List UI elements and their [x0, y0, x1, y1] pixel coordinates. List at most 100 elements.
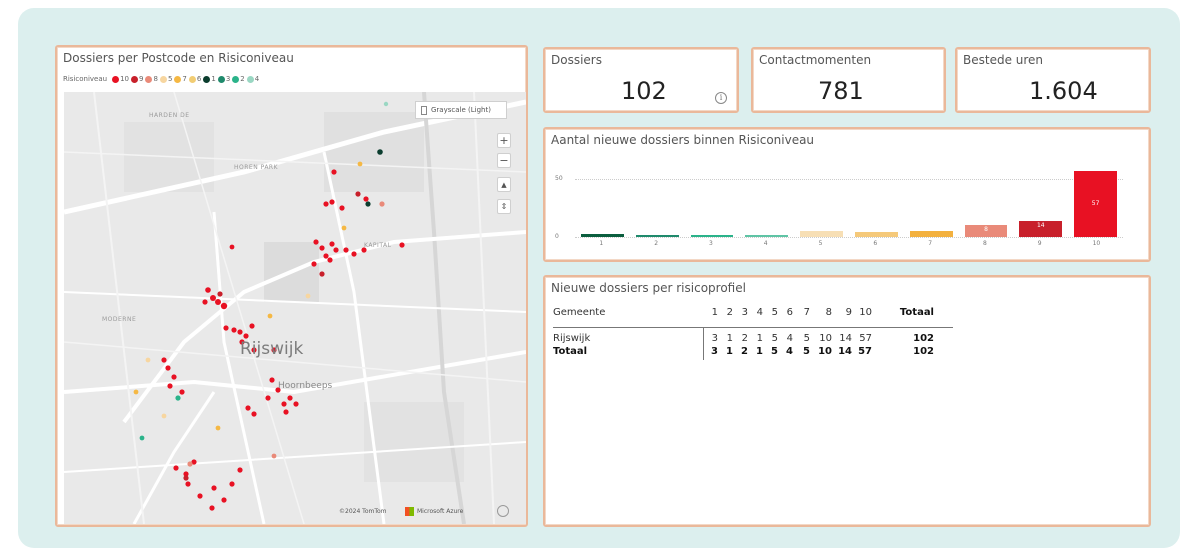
table-cell: 1: [756, 346, 763, 357]
legend-item-label: 3: [225, 75, 231, 83]
column-header: 7: [803, 307, 810, 318]
table-title: Nieuwe dossiers per risicoprofiel: [551, 281, 746, 295]
legend-dot-icon: [188, 75, 196, 83]
legend-item-7[interactable]: 7: [174, 75, 187, 83]
bar-chart-title: Aantal nieuwe dossiers binnen Risiconive…: [551, 133, 815, 147]
x-tick-label: 5: [818, 240, 823, 247]
kpi-label-contactmomenten: Contactmomenten: [759, 53, 872, 67]
legend-item-9[interactable]: 9: [131, 75, 143, 83]
map-view[interactable]: HARDEN DE HOREN PARK MODERNE KAPITAL Rij…: [64, 92, 526, 524]
table-cell: 1: [756, 333, 763, 344]
map-title: Dossiers per Postcode en Risiconiveau: [63, 51, 294, 65]
tilt-button[interactable]: ⇕: [497, 199, 511, 214]
table-cell: 102: [913, 333, 934, 344]
bar-chart-card: Aantal nieuwe dossiers binnen Risiconive…: [543, 127, 1151, 262]
table-cell: 57: [859, 333, 872, 344]
column-header: 6: [786, 307, 793, 318]
map-city-label: Rijswijk: [240, 339, 304, 359]
legend-item-label: 6: [196, 75, 202, 83]
bar-risk-4[interactable]: [745, 234, 789, 237]
legend-item-label: 4: [254, 75, 260, 83]
kpi-card-dossiers: Dossiers 102 i: [543, 47, 739, 113]
x-tick-label: 7: [928, 240, 933, 247]
map-settings-icon[interactable]: [497, 505, 509, 517]
legend-item-label: 2: [240, 75, 245, 83]
legend-item-label: 10: [120, 75, 130, 83]
bar-data-label: 57: [1091, 199, 1100, 207]
x-tick-label: 9: [1037, 240, 1042, 247]
map-legend: Risiconiveau 10 9 8 5 7 6 1 3 2 4: [63, 72, 261, 86]
column-header-gemeente: Gemeente: [553, 307, 606, 318]
map-style-label: Grayscale (Light): [431, 106, 491, 114]
legend-dot-icon: [203, 75, 211, 83]
legend-dot-icon: [246, 75, 254, 83]
legend-item-5[interactable]: 5: [159, 75, 173, 83]
table-cell: 5: [771, 333, 778, 344]
x-tick-label: 3: [709, 240, 713, 247]
table-cell: 57: [858, 346, 872, 357]
bar-risk-7[interactable]: [909, 231, 953, 237]
map-style-button[interactable]: Grayscale (Light): [415, 101, 507, 119]
kpi-card-bestede-uren: Bestede uren 1.604: [955, 47, 1151, 113]
header-divider: [553, 327, 953, 328]
legend-item-4[interactable]: 4: [246, 75, 260, 83]
map-card: Dossiers per Postcode en Risiconiveau Ri…: [55, 45, 528, 527]
bar-risk-2[interactable]: [635, 234, 679, 237]
zoom-in-button[interactable]: +: [497, 133, 511, 148]
legend-dot-icon: [232, 75, 240, 83]
bar-risk-5[interactable]: [800, 231, 843, 237]
x-tick-label: 1: [599, 240, 604, 247]
info-icon[interactable]: i: [715, 92, 727, 104]
table-cell: 2: [741, 346, 748, 357]
y-tick-label: 0: [555, 233, 559, 240]
table-cell: 1: [726, 346, 733, 357]
map-attribution-tomtom: ©2024 TomTom: [339, 508, 387, 515]
legend-item-1[interactable]: 1: [203, 75, 216, 83]
x-tick-label: 8: [983, 240, 987, 247]
bar-risk-6[interactable]: [855, 232, 898, 237]
table-cell: 5: [771, 346, 778, 357]
column-header: 3: [741, 307, 748, 318]
legend-item-3[interactable]: 3: [217, 75, 231, 83]
map-streets: [64, 92, 526, 524]
gridline: [575, 178, 1123, 180]
kpi-value-dossiers: 102: [621, 77, 667, 105]
table-cell: 5: [803, 346, 810, 357]
legend-dot-icon: [174, 75, 182, 83]
compass-up-button[interactable]: ▲: [497, 177, 511, 192]
microsoft-logo-icon: [405, 507, 414, 516]
y-tick-label: 50: [555, 174, 563, 182]
column-header: 2: [726, 307, 733, 318]
legend-item-6[interactable]: 6: [188, 75, 202, 83]
gridline: [575, 237, 1123, 238]
row-header-divider: [703, 328, 704, 360]
kpi-label-dossiers: Dossiers: [551, 53, 602, 67]
bar-chart-plot[interactable]: 50 0 1 2 3 4 5 6 7 8 8 14 9 57 10: [553, 159, 1143, 259]
map-label-district-3: MODERNE: [102, 316, 137, 323]
bar-risk-3[interactable]: [690, 234, 734, 237]
map-attribution-azure: Microsoft Azure: [417, 508, 464, 515]
column-header: 9: [845, 307, 852, 318]
legend-item-label: 8: [153, 75, 158, 83]
table-cell: 3: [711, 346, 718, 357]
map-label-district-1: HARDEN DE: [149, 112, 190, 119]
legend-dot-icon: [131, 75, 139, 83]
column-header: 5: [771, 307, 778, 318]
table-cell: 4: [786, 346, 793, 357]
row-header: Totaal: [553, 346, 588, 357]
map-district-label: Hoornbeeps: [278, 381, 333, 391]
legend-item-label: 5: [167, 75, 173, 83]
row-header: Rijswijk: [553, 333, 591, 344]
legend-item-label: 9: [139, 75, 144, 83]
legend-item-8[interactable]: 8: [145, 75, 158, 83]
kpi-label-bestede-uren: Bestede uren: [963, 53, 1044, 67]
legend-dot-icon: [112, 75, 120, 83]
legend-item-10[interactable]: 10: [112, 75, 129, 83]
bar-risk-1[interactable]: [581, 233, 624, 237]
map-label-district-4: KAPITAL: [364, 242, 392, 249]
map-style-icon: [421, 105, 427, 115]
x-tick-label: 6: [873, 240, 878, 247]
legend-item-2[interactable]: 2: [232, 75, 245, 83]
table-cell: 10: [818, 346, 832, 357]
zoom-out-button[interactable]: −: [497, 153, 511, 168]
